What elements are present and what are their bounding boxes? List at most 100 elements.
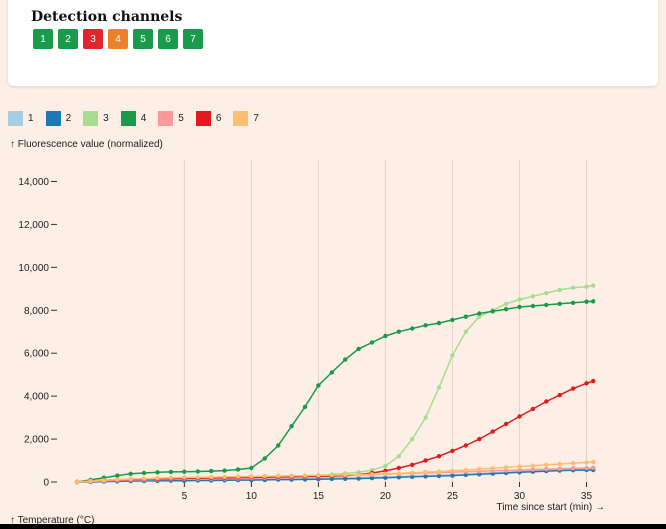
data-point-7	[450, 468, 455, 473]
data-point-7	[182, 475, 187, 480]
series-line-3	[77, 284, 594, 483]
data-point-6	[436, 454, 442, 459]
data-point-4	[249, 465, 254, 471]
data-point-7	[584, 460, 589, 465]
data-point-7	[195, 475, 200, 480]
data-point-6	[530, 406, 536, 412]
data-point-6	[557, 392, 562, 398]
data-point-3	[584, 284, 589, 289]
data-point-4	[222, 468, 227, 473]
data-point-6	[591, 378, 596, 384]
data-point-7	[329, 472, 334, 478]
data-point-6	[423, 458, 428, 463]
data-point-7	[423, 469, 428, 475]
data-point-5	[557, 466, 562, 471]
data-point-4	[410, 326, 415, 331]
data-point-4	[141, 470, 147, 476]
data-point-6	[544, 399, 549, 404]
data-point-4	[168, 469, 174, 475]
data-point-4	[115, 473, 120, 478]
x-tick-label: 20	[380, 491, 392, 502]
data-point-3	[557, 287, 562, 293]
data-point-7	[570, 460, 576, 466]
bottom-bar	[0, 524, 666, 529]
data-point-7	[155, 475, 160, 481]
y-tick-label: 8,000	[24, 306, 49, 317]
data-point-7	[88, 478, 93, 484]
data-point-3	[450, 353, 455, 358]
data-point-4	[517, 304, 522, 310]
data-point-4	[557, 301, 562, 306]
data-point-4	[490, 309, 495, 314]
data-point-7	[396, 471, 401, 476]
data-point-7	[343, 472, 348, 478]
data-point-4	[423, 323, 428, 328]
x-tick-label: 10	[246, 491, 258, 502]
data-point-4	[436, 320, 442, 326]
data-point-7	[591, 459, 596, 465]
data-point-7	[463, 467, 468, 473]
data-point-3	[436, 385, 442, 390]
y-tick-label: 14,000	[18, 177, 49, 188]
data-point-4	[463, 314, 468, 319]
data-point-4	[302, 404, 308, 410]
data-point-5	[591, 465, 596, 470]
data-point-7	[74, 479, 80, 485]
data-point-4	[396, 329, 401, 334]
data-point-6	[410, 462, 415, 467]
data-point-4	[276, 443, 281, 448]
data-point-4	[343, 357, 348, 362]
x-tick-label: 5	[182, 491, 188, 502]
data-point-3	[383, 463, 388, 469]
chart: 5 10 15 20 25 30 35 0 2,000 4,000 6,000 8,000 10,000…	[18, 160, 605, 513]
data-point-6	[584, 381, 589, 386]
data-point-4	[235, 467, 241, 472]
data-point-4	[356, 346, 361, 352]
data-point-4	[182, 469, 187, 474]
data-point-7	[128, 476, 133, 482]
data-point-7	[262, 474, 267, 479]
x-tick-label: 35	[581, 491, 593, 502]
data-point-6	[517, 414, 522, 419]
data-point-4	[383, 333, 388, 339]
data-point-7	[530, 463, 536, 468]
data-point-7	[249, 474, 254, 479]
data-point-4	[503, 307, 509, 312]
y-tick-label: 10,000	[18, 263, 49, 274]
data-point-4	[329, 370, 334, 375]
data-point-4	[128, 471, 133, 476]
data-point-6	[450, 448, 455, 454]
data-point-7	[410, 470, 415, 475]
y-tick-label: 0	[43, 478, 49, 489]
data-point-3	[423, 415, 428, 420]
data-point-7	[302, 473, 308, 478]
data-point-7	[436, 469, 442, 474]
y-tick-label: 2,000	[24, 435, 49, 446]
data-point-7	[369, 472, 375, 477]
y-tick-label: 4,000	[24, 392, 49, 403]
data-point-6	[570, 386, 576, 391]
data-point-4	[262, 456, 267, 461]
data-point-4	[477, 311, 482, 316]
data-point-4	[584, 299, 589, 304]
data-point-7	[101, 478, 107, 483]
data-point-7	[141, 476, 147, 481]
data-point-6	[503, 421, 509, 427]
data-point-4	[530, 303, 536, 309]
data-point-4	[591, 299, 596, 304]
data-point-3	[410, 436, 415, 442]
data-point-5	[544, 466, 549, 472]
data-point-4	[155, 470, 160, 475]
data-point-7	[235, 474, 241, 479]
data-point-6	[477, 436, 482, 442]
data-point-7	[503, 465, 509, 470]
x-tick-label: 25	[447, 491, 459, 502]
data-point-7	[383, 471, 388, 476]
data-point-7	[115, 477, 120, 482]
series-line-4	[76, 300, 594, 483]
data-point-4	[209, 468, 214, 474]
x-axis-title: Time since start (min) →	[496, 502, 605, 513]
data-point-5	[530, 467, 536, 472]
data-point-7	[477, 466, 482, 472]
y-tick-label: 6,000	[24, 349, 49, 360]
